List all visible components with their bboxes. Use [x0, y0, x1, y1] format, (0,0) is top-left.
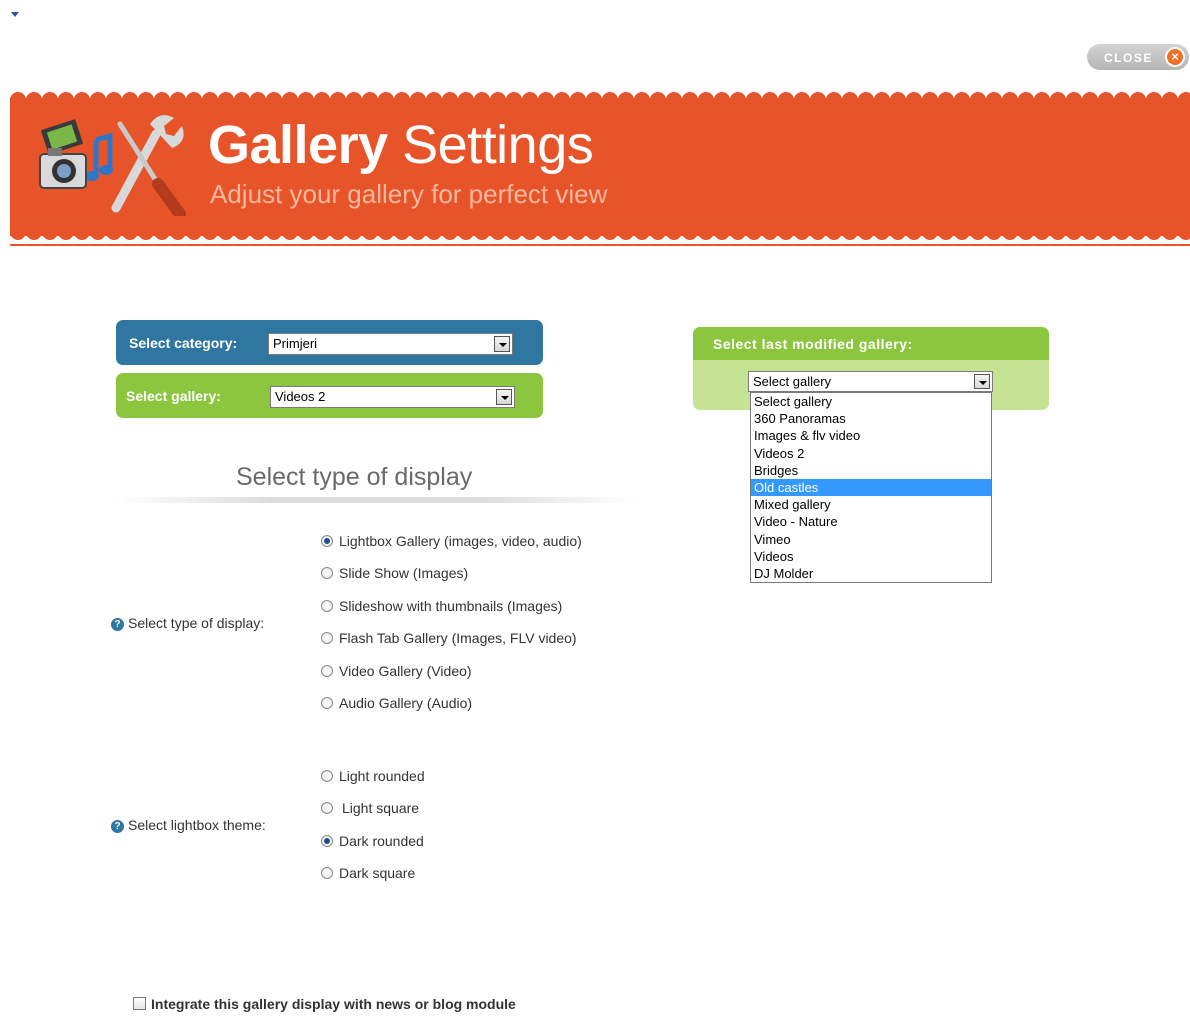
close-button[interactable]: CLOSE × — [1087, 44, 1189, 70]
last-modified-select-value: Select gallery — [753, 374, 832, 389]
gallery-select-value: Videos 2 — [275, 389, 326, 404]
radio-button[interactable] — [321, 867, 333, 879]
last-modified-dropdown-list: Select gallery 360 Panoramas Images & fl… — [750, 392, 992, 583]
integrate-option[interactable]: Integrate this gallery display with news… — [133, 996, 516, 1012]
radio-button[interactable] — [321, 632, 333, 644]
category-panel: Select category: Primjeri — [116, 320, 543, 365]
last-modified-label: Select last modified gallery: — [713, 336, 913, 352]
display-option-label: Lightbox Gallery (images, video, audio) — [339, 533, 582, 549]
title-bold: Gallery — [208, 115, 388, 175]
page-title: Gallery Settings — [208, 114, 594, 176]
chevron-down-icon[interactable] — [494, 336, 510, 352]
theme-option[interactable]: Dark rounded — [321, 833, 424, 849]
dropdown-option[interactable]: Videos — [751, 548, 991, 565]
radio-button[interactable] — [321, 697, 333, 709]
theme-option[interactable]: Light rounded — [321, 768, 425, 784]
dropdown-option-highlighted[interactable]: Old castles — [751, 478, 991, 497]
section-title: Select type of display — [236, 463, 473, 491]
theme-option[interactable]: Dark square — [321, 865, 415, 881]
dropdown-option[interactable]: Images & flv video — [751, 427, 991, 444]
radio-button[interactable] — [321, 835, 333, 847]
category-label: Select category: — [129, 335, 238, 351]
gallery-panel: Select gallery: Videos 2 — [116, 373, 543, 418]
radio-button[interactable] — [321, 802, 333, 814]
display-type-label: Select type of display: — [128, 615, 265, 631]
display-option[interactable]: Audio Gallery (Audio) — [321, 695, 472, 711]
theme-option-label: Light square — [342, 800, 420, 816]
display-option[interactable]: Video Gallery (Video) — [321, 663, 472, 679]
theme-label: Select lightbox theme: — [128, 817, 266, 833]
category-select[interactable]: Primjeri — [268, 333, 513, 355]
radio-button[interactable] — [321, 535, 333, 547]
display-option-label: Flash Tab Gallery (Images, FLV video) — [339, 630, 577, 646]
help-icon[interactable]: ? — [111, 820, 124, 833]
integrate-checkbox[interactable] — [133, 997, 146, 1010]
theme-option-label: Dark square — [339, 865, 416, 881]
radio-button[interactable] — [321, 665, 333, 677]
title-rest: Settings — [387, 115, 594, 175]
display-option-label: Video Gallery (Video) — [339, 663, 472, 679]
integrate-label: Integrate this gallery display with news… — [151, 996, 516, 1012]
category-select-value: Primjeri — [273, 336, 318, 351]
theme-help: ? Select lightbox theme: — [111, 817, 266, 833]
dropdown-option[interactable]: Bridges — [751, 462, 991, 479]
radio-button[interactable] — [321, 600, 333, 612]
last-modified-select[interactable]: Select gallery — [748, 371, 993, 392]
display-option-label: Audio Gallery (Audio) — [339, 695, 473, 711]
gallery-select[interactable]: Videos 2 — [270, 386, 515, 408]
display-option[interactable]: Flash Tab Gallery (Images, FLV video) — [321, 630, 577, 646]
section-divider — [116, 497, 636, 503]
dropdown-option[interactable]: Vimeo — [751, 531, 991, 548]
chevron-down-icon[interactable] — [974, 374, 990, 389]
gallery-label: Select gallery: — [126, 388, 221, 404]
dropdown-option[interactable]: Mixed gallery — [751, 496, 991, 513]
chevron-down-icon[interactable] — [496, 389, 512, 405]
theme-option[interactable]: Light square — [321, 800, 419, 816]
dropdown-option[interactable]: 360 Panoramas — [751, 410, 991, 427]
close-label: CLOSE — [1104, 51, 1153, 65]
theme-option-label: Dark rounded — [339, 833, 424, 849]
display-type-help: ? Select type of display: — [111, 615, 264, 631]
display-option-label: Slide Show (Images) — [339, 565, 469, 581]
display-option-label: Slideshow with thumbnails (Images) — [339, 598, 563, 614]
radio-button[interactable] — [321, 567, 333, 579]
display-option[interactable]: Lightbox Gallery (images, video, audio) — [321, 533, 582, 549]
close-x-icon[interactable]: × — [1165, 47, 1185, 67]
display-option[interactable]: Slide Show (Images) — [321, 565, 468, 581]
dropdown-option[interactable]: Video - Nature — [751, 513, 991, 530]
dropdown-option[interactable]: Videos 2 — [751, 445, 991, 462]
header-banner: Gallery Settings Adjust your gallery for… — [10, 88, 1190, 248]
display-option[interactable]: Slideshow with thumbnails (Images) — [321, 598, 562, 614]
menu-arrow-icon[interactable] — [11, 12, 19, 17]
dropdown-option[interactable]: DJ Molder — [751, 565, 991, 582]
help-icon[interactable]: ? — [111, 618, 124, 631]
dropdown-option[interactable]: Select gallery — [751, 393, 991, 410]
camera-tools-icon — [39, 115, 186, 216]
radio-button[interactable] — [321, 770, 333, 782]
page-subtitle: Adjust your gallery for perfect view — [210, 179, 608, 209]
theme-option-label: Light rounded — [339, 768, 425, 784]
last-modified-header: Select last modified gallery: — [693, 327, 1049, 360]
